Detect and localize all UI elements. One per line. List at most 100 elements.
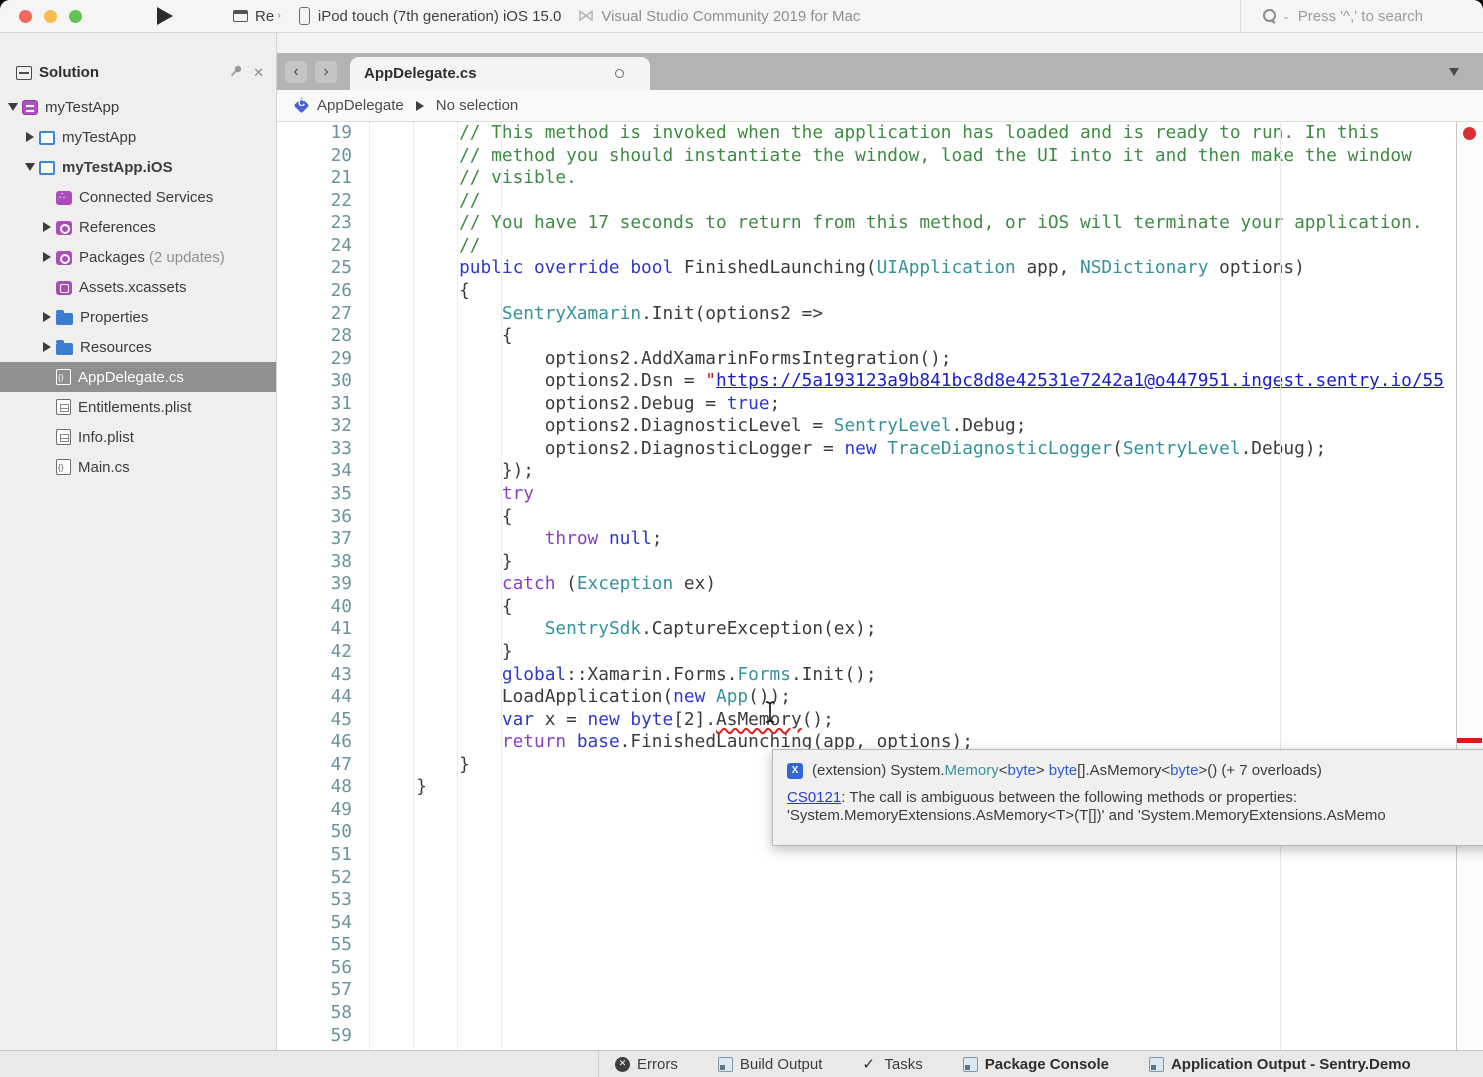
tab-appdelegate[interactable]: AppDelegate.cs [350,57,650,90]
code-text: SentryXamarin.Init(options2 => [373,303,823,324]
sidebar-item-info-plist[interactable]: Info.plist [0,422,276,452]
code-text: // method you should instantiate the win… [373,145,1411,166]
tree-item-label: Entitlements.plist [78,399,191,416]
disclosure-right-icon[interactable] [38,312,56,322]
breadcrumb: AppDelegate No selection [277,90,1483,122]
pin-icon[interactable] [230,64,243,82]
zoom-window-button[interactable] [69,10,82,23]
line-number: 45 [277,709,352,732]
line-number: 20 [277,145,352,168]
dock-tab-package-console[interactable]: Package Console [963,1056,1109,1073]
code-editor[interactable]: 19 // This method is invoked when the ap… [277,122,1483,1050]
device-selector[interactable]: iPod touch (7th generation) iOS 15.0 [299,7,562,25]
gutter-gap [352,415,373,436]
sidebar-item-resources[interactable]: Resources [0,332,276,362]
tree-item-label: Assets.xcassets [79,279,187,296]
gutter-gap [352,686,373,707]
code-text: options2.Debug = true; [373,393,780,414]
navigate-forward-button[interactable]: › [315,61,337,83]
extension-method-icon: X [787,763,803,779]
gutter-gap [352,641,373,662]
error-code-link[interactable]: CS0121 [787,789,841,806]
line-number: 54 [277,912,352,935]
code-text: try [373,483,534,504]
line-number: 59 [277,1025,352,1048]
sidebar-item-mytestapp[interactable]: myTestApp [0,92,276,122]
gutter-gap [352,370,373,391]
editor-top-strip [277,33,1483,53]
run-button[interactable] [157,7,173,25]
sidebar-item-entitlements-plist[interactable]: Entitlements.plist [0,392,276,422]
sidebar-item-packages[interactable]: Packages(2 updates) [0,242,276,272]
dock-tab-errors[interactable]: Errors [615,1056,678,1073]
line-number: 42 [277,641,352,664]
dock-tab-build-output[interactable]: Build Output [718,1056,823,1073]
sidebar-item-main-cs[interactable]: Main.cs [0,452,276,482]
gutter-gap [352,844,373,865]
code-text: } [373,776,427,797]
errors-icon [615,1057,630,1072]
gutter-gap [352,280,373,301]
sidebar-item-properties[interactable]: Properties [0,302,276,332]
line-number: 52 [277,867,352,890]
disclosure-right-icon[interactable] [38,222,56,232]
navigate-back-button[interactable]: ‹ [285,61,307,83]
bottom-dock-bar: Errors Build Output Tasks Package Console Ap… [0,1050,1483,1077]
disclosure-down-icon[interactable] [4,103,22,111]
minimize-window-button[interactable] [44,10,57,23]
tab-list-dropdown-icon[interactable] [1449,68,1459,76]
code-text: { [373,280,469,301]
gutter-gap [352,934,373,955]
line-number: 36 [277,506,352,529]
sidebar-item-assets-xcassets[interactable]: Assets.xcassets [0,272,276,302]
tab-bar: ‹ › AppDelegate.cs [277,53,1483,90]
dock-tab-tasks[interactable]: Tasks [862,1055,922,1073]
disclosure-right-icon[interactable] [38,252,56,262]
line-number: 46 [277,731,352,754]
global-search-field[interactable]: ⌄ Press '^,' to search [1240,0,1423,33]
line-number: 35 [277,483,352,506]
indent-guide [501,122,502,1050]
tree-item-suffix: (2 updates) [149,249,225,266]
code-text: // [373,235,480,256]
line-number: 33 [277,438,352,461]
dock-tab-application-output-sentry-demo[interactable]: Application Output - Sentry.Demo [1149,1056,1411,1073]
disclosure-right-icon[interactable] [21,132,39,142]
disclosure-down-icon[interactable] [21,163,39,171]
breadcrumb-scope[interactable]: AppDelegate [317,97,404,114]
sidebar-item-appdelegate-cs[interactable]: AppDelegate.cs [0,362,276,392]
scrollbar-error-dot-icon[interactable] [1463,127,1476,140]
gutter-gap [352,573,373,594]
breadcrumb-selection[interactable]: No selection [436,97,519,114]
scrollbar-error-marker-icon[interactable] [1457,738,1482,743]
sidebar-item-mytestapp-ios[interactable]: myTestApp.iOS [0,152,276,182]
tree-item-label: AppDelegate.cs [78,369,184,386]
sidebar-item-mytestapp[interactable]: myTestApp [0,122,276,152]
main-content: Solution ✕ myTestAppmyTestAppmyTestApp.i… [0,33,1483,1050]
chevron-down-icon: ⌄ [1282,11,1290,22]
window-title-text: Visual Studio Community 2019 for Mac [601,8,860,25]
code-text: options2.DiagnosticLogger = new TraceDia… [373,438,1326,459]
line-number: 21 [277,167,352,190]
sidebar-item-references[interactable]: References [0,212,276,242]
close-window-button[interactable] [19,10,32,23]
line-number: 58 [277,1002,352,1025]
window-title: ⋈ Visual Studio Community 2019 for Mac [577,6,860,26]
gutter-gap [352,348,373,369]
line-number: 41 [277,618,352,641]
editor-scrollbar[interactable] [1456,122,1483,1050]
gutter-gap [352,709,373,730]
disclosure-right-icon[interactable] [38,342,56,352]
build-configuration-selector[interactable]: Re › [233,8,281,25]
gutter-gap [352,957,373,978]
close-icon[interactable]: ✕ [253,65,264,81]
dock-tab-label: Errors [637,1056,678,1073]
toolbar: Re › iPod touch (7th generation) iOS 15.… [0,0,1483,33]
code-text: { [373,325,512,346]
tree-item-label: myTestApp [45,99,119,116]
modified-indicator-icon [615,69,624,78]
code-text: { [373,596,512,617]
code-text: options2.Dsn = "https://5a193123a9b841bc… [373,370,1444,391]
sidebar-item-connected-services[interactable]: Connected Services [0,182,276,212]
line-number: 31 [277,393,352,416]
